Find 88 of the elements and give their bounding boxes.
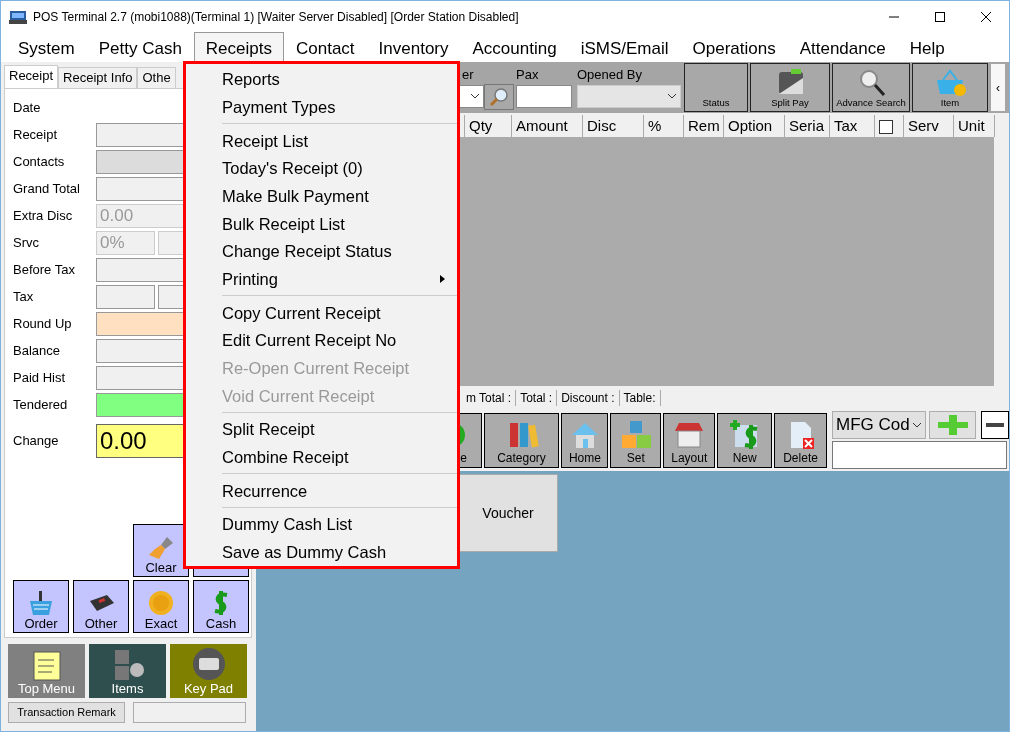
- menu-item[interactable]: Receipt List: [186, 127, 457, 155]
- menu-item[interactable]: Contact: [284, 32, 367, 62]
- tile-button[interactable]: Clear: [133, 524, 189, 577]
- menu-item[interactable]: Petty Cash: [86, 32, 194, 62]
- menu-item[interactable]: Dummy Cash List: [186, 510, 457, 539]
- remark-field[interactable]: [133, 702, 246, 723]
- menu-item[interactable]: Payment Types: [186, 93, 457, 122]
- search-field[interactable]: [832, 441, 1007, 469]
- field-label: er: [461, 66, 474, 84]
- field-label: Contacts: [13, 152, 66, 171]
- field-label: Extra Disc: [13, 206, 74, 225]
- tile-button[interactable]: Voucher: [458, 474, 558, 552]
- menu-item[interactable]: Edit Current Receipt No: [186, 326, 457, 355]
- total-label: m Total :: [462, 389, 517, 406]
- menu-item[interactable]: Printing: [186, 265, 457, 294]
- toolbar-button[interactable]: Item: [912, 63, 988, 112]
- close-icon: [980, 10, 992, 23]
- field-label: Round Up: [13, 314, 73, 333]
- menu-item[interactable]: Accounting: [460, 32, 569, 62]
- pax-field[interactable]: [516, 84, 572, 108]
- field-label: Grand Total: [13, 179, 81, 198]
- menu-item[interactable]: Operations: [680, 32, 788, 62]
- tile-button[interactable]: Cash: [193, 580, 249, 633]
- field-label: Opened By: [577, 66, 644, 84]
- menu-item[interactable]: Inventory: [366, 32, 461, 62]
- menu-item[interactable]: iSMS/Email: [568, 32, 681, 62]
- dropdown-field[interactable]: [577, 84, 681, 108]
- minus-icon: [986, 423, 1004, 427]
- menu-item[interactable]: System: [6, 32, 87, 62]
- basket-icon: [27, 589, 55, 617]
- search-icon: [489, 87, 509, 107]
- category-button[interactable]: Delete: [774, 412, 827, 468]
- total-label: Table:: [619, 389, 661, 406]
- menu-item[interactable]: Copy Current Receipt: [186, 299, 457, 327]
- tab[interactable]: Receipt: [4, 65, 59, 88]
- dropdown-field[interactable]: MFG Cod: [832, 411, 926, 439]
- category-button[interactable]: Set: [610, 412, 662, 468]
- scroll-button[interactable]: ‹: [991, 64, 1005, 111]
- menu-item[interactable]: Receipts: [193, 32, 284, 62]
- submenu-arrow-icon: [440, 275, 445, 284]
- field-label: Date: [13, 98, 42, 117]
- menu-item[interactable]: Recurrence: [186, 477, 457, 505]
- category-button[interactable]: Category: [483, 412, 560, 468]
- input-field[interactable]: [96, 284, 155, 309]
- tab[interactable]: Receipt Info: [58, 67, 138, 88]
- tab[interactable]: Othe: [137, 67, 176, 88]
- coin-icon: [147, 589, 175, 617]
- field-label: Balance: [13, 341, 61, 360]
- category-button[interactable]: Layout: [663, 412, 716, 468]
- tile-button[interactable]: Exact: [133, 580, 189, 633]
- total-label: Discount :: [557, 389, 620, 406]
- tile-button[interactable]: Other: [73, 580, 129, 633]
- app-icon: [9, 9, 27, 24]
- total-label: Total :: [516, 389, 558, 406]
- field-label: Receipt: [13, 125, 59, 144]
- remark-button[interactable]: Transaction Remark: [8, 702, 125, 723]
- tile-button[interactable]: Key Pad: [170, 644, 247, 698]
- keyboard-icon: [191, 646, 226, 682]
- menu-item[interactable]: Change Receipt Status: [186, 237, 457, 266]
- search-button[interactable]: [484, 84, 514, 110]
- field-label: Before Tax: [13, 260, 76, 279]
- chevron-down-icon: [912, 422, 922, 428]
- chevron-down-icon: [470, 93, 480, 99]
- toolbar-button[interactable]: Split Pay: [750, 63, 830, 112]
- field-label: Srvc: [13, 233, 40, 252]
- menu-item[interactable]: Today's Receipt (0): [186, 154, 457, 183]
- field-label: Paid Hist: [13, 368, 67, 387]
- checkbox[interactable]: [879, 120, 893, 135]
- field-label: Pax: [516, 66, 540, 84]
- maximize-icon: [934, 10, 946, 23]
- menu-item[interactable]: Reports: [186, 66, 457, 94]
- tile-button[interactable]: Top Menu: [8, 644, 85, 698]
- toolbar-button[interactable]: Status: [684, 63, 748, 112]
- chevron-down-icon: [667, 93, 677, 99]
- field-label: Tendered: [13, 395, 69, 414]
- window-title: POS Terminal 2.7 (mobi1088)(Terminal 1) [Waiter Server Disabled] [Order Station Disabled]: [33, 8, 519, 26]
- tile-button[interactable]: Items: [89, 644, 166, 698]
- menu-item[interactable]: Attendance: [787, 32, 898, 62]
- category-button[interactable]: New: [717, 412, 773, 468]
- field-label: Change: [13, 432, 60, 451]
- menu-item[interactable]: Save as Dummy Cash: [186, 538, 457, 567]
- menu-item[interactable]: Help: [897, 32, 957, 62]
- remove-button[interactable]: [981, 411, 1009, 439]
- category-button[interactable]: Home: [561, 412, 609, 468]
- toolbar-button[interactable]: Advance Search: [832, 63, 910, 112]
- tile-button[interactable]: Order: [13, 580, 69, 633]
- plus-icon: [937, 415, 968, 435]
- field-label: Tax: [13, 287, 35, 306]
